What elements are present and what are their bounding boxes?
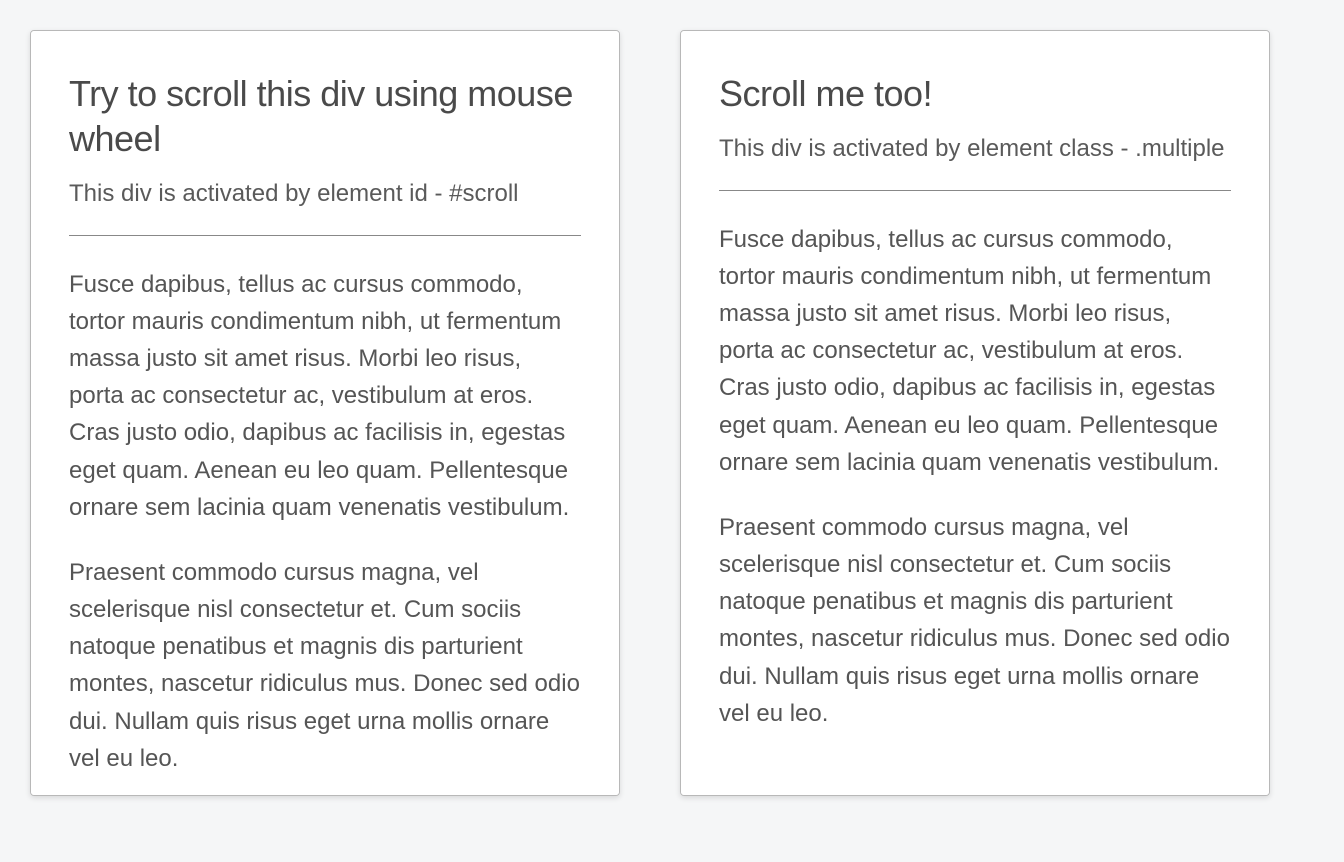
divider xyxy=(719,190,1231,191)
panel-subheading: This div is activated by element class -… xyxy=(719,132,1231,166)
divider xyxy=(69,235,581,236)
panel-subheading: This div is activated by element id - #s… xyxy=(69,177,581,211)
body-paragraph: Fusce dapibus, tellus ac cursus commodo,… xyxy=(719,221,1231,481)
body-paragraph: Fusce dapibus, tellus ac cursus commodo,… xyxy=(69,266,581,526)
panel-heading: Scroll me too! xyxy=(719,71,1231,116)
body-paragraph: Praesent commodo cursus magna, vel scele… xyxy=(719,509,1231,732)
body-paragraph: Praesent commodo cursus magna, vel scele… xyxy=(69,554,581,777)
scroll-panel-left[interactable]: Try to scroll this div using mouse wheel… xyxy=(30,30,620,796)
panel-heading: Try to scroll this div using mouse wheel xyxy=(69,71,581,161)
scroll-panel-right[interactable]: Scroll me too! This div is activated by … xyxy=(680,30,1270,796)
